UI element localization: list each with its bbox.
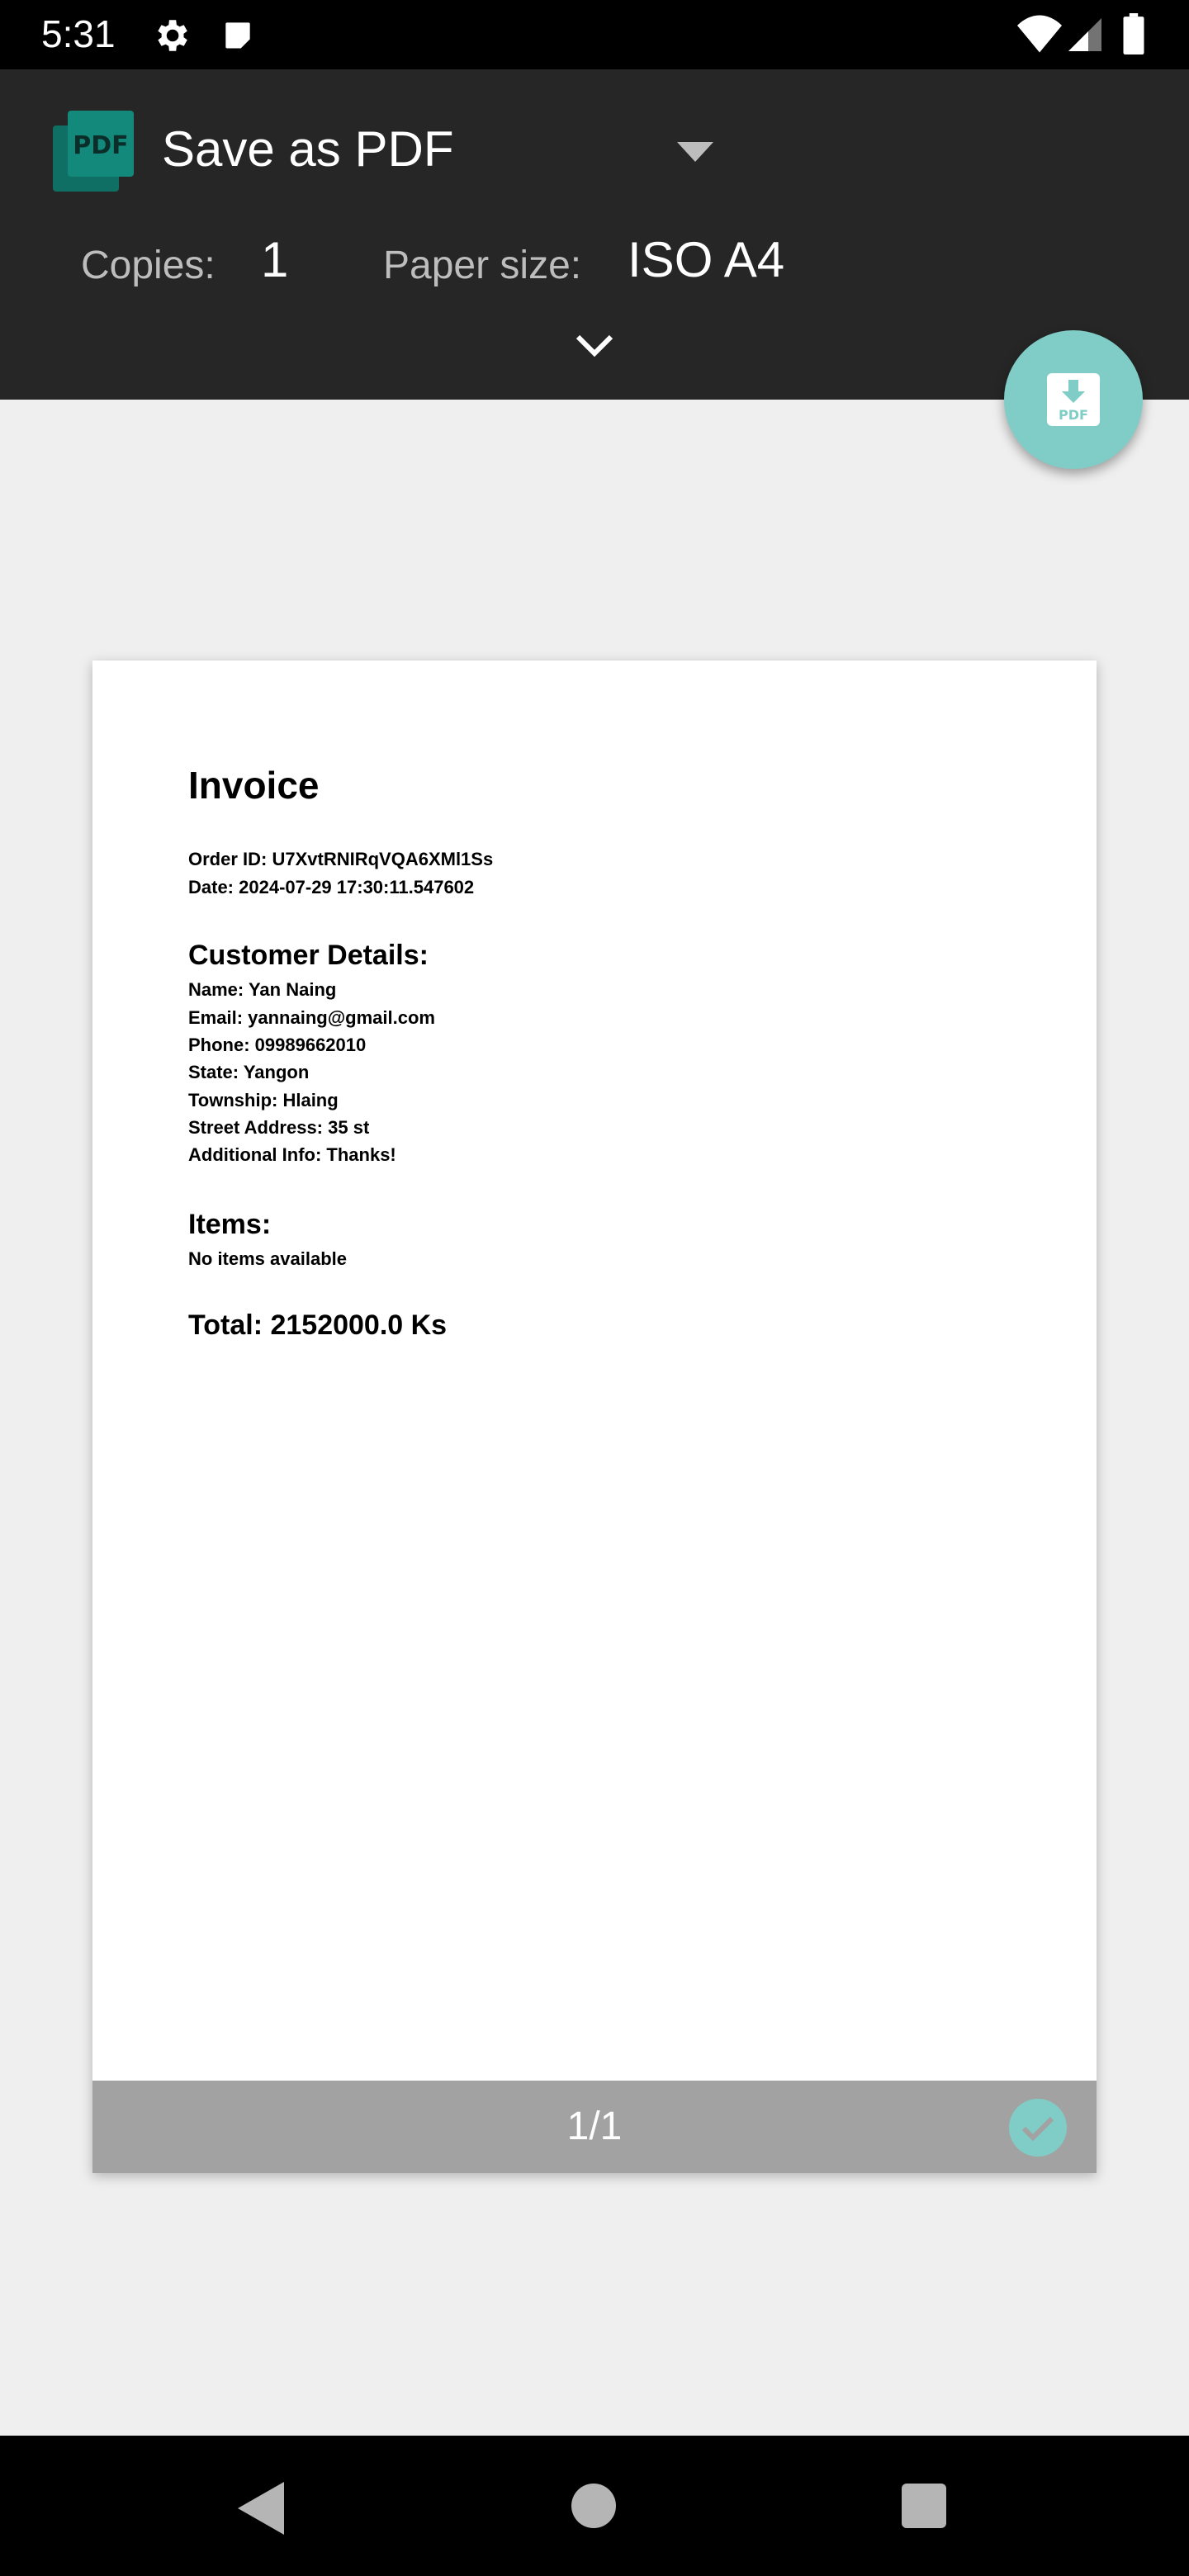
customer-email: Email: yannaing@gmail.com <box>188 1007 435 1028</box>
customer-additional-info: Additional Info: Thanks! <box>188 1144 396 1165</box>
items-empty-text: No items available <box>188 1248 347 1269</box>
back-icon[interactable] <box>238 2482 284 2535</box>
page-preview[interactable]: Invoice Order ID: U7XvtRNIRqVQA6XMl1Ss D… <box>92 661 1097 2173</box>
order-id: Order ID: U7XvtRNIRqVQA6XMl1Ss <box>188 849 494 869</box>
cell-signal-icon <box>1068 18 1101 51</box>
pdf-printer-logo-icon: PDF <box>53 111 134 192</box>
customer-phone: Phone: 09989662010 <box>188 1035 367 1055</box>
battery-icon <box>1123 13 1144 54</box>
status-time: 5:31 <box>41 12 116 55</box>
invoice-title: Invoice <box>188 764 320 807</box>
notification-card-icon <box>225 22 250 49</box>
customer-state: State: Yangon <box>188 1062 310 1082</box>
home-icon[interactable] <box>571 2484 616 2528</box>
settings-gear-icon <box>158 20 187 51</box>
pdf-download-icon: PDF <box>1047 373 1100 426</box>
page-footer: 1/1 <box>92 2081 1097 2173</box>
customer-details-heading: Customer Details: <box>188 940 429 971</box>
status-bar: 5:31 <box>0 0 1189 69</box>
pdf-logo-text: PDF <box>73 131 128 160</box>
check-circle-icon[interactable] <box>1009 2099 1067 2157</box>
dropdown-arrow-icon[interactable] <box>677 142 713 162</box>
print-options-header: PDF Save as PDF Copies: 1 Paper size: IS… <box>0 69 1189 400</box>
customer-street: Street Address: 35 st <box>188 1117 370 1138</box>
customer-township: Township: Hlaing <box>188 1090 339 1110</box>
customer-name: Name: Yan Naing <box>188 979 337 1000</box>
chevron-down-icon[interactable] <box>575 334 614 358</box>
paper-size-label: Paper size: <box>383 244 582 287</box>
paper-size-value[interactable]: ISO A4 <box>628 231 784 288</box>
save-pdf-button[interactable]: PDF <box>1004 330 1143 469</box>
wifi-icon <box>1017 15 1062 53</box>
navigation-bar <box>0 2436 1189 2576</box>
copies-value[interactable]: 1 <box>261 231 288 288</box>
copies-label: Copies: <box>81 244 216 287</box>
invoice-total: Total: 2152000.0 Ks <box>188 1309 448 1341</box>
page-counter: 1/1 <box>566 2105 623 2148</box>
order-date: Date: 2024-07-29 17:30:11.547602 <box>188 877 475 897</box>
fab-pdf-text: PDF <box>1059 407 1088 423</box>
items-heading: Items: <box>188 1209 272 1240</box>
printer-selector[interactable]: Save as PDF <box>162 121 453 178</box>
recents-icon[interactable] <box>902 2484 946 2528</box>
